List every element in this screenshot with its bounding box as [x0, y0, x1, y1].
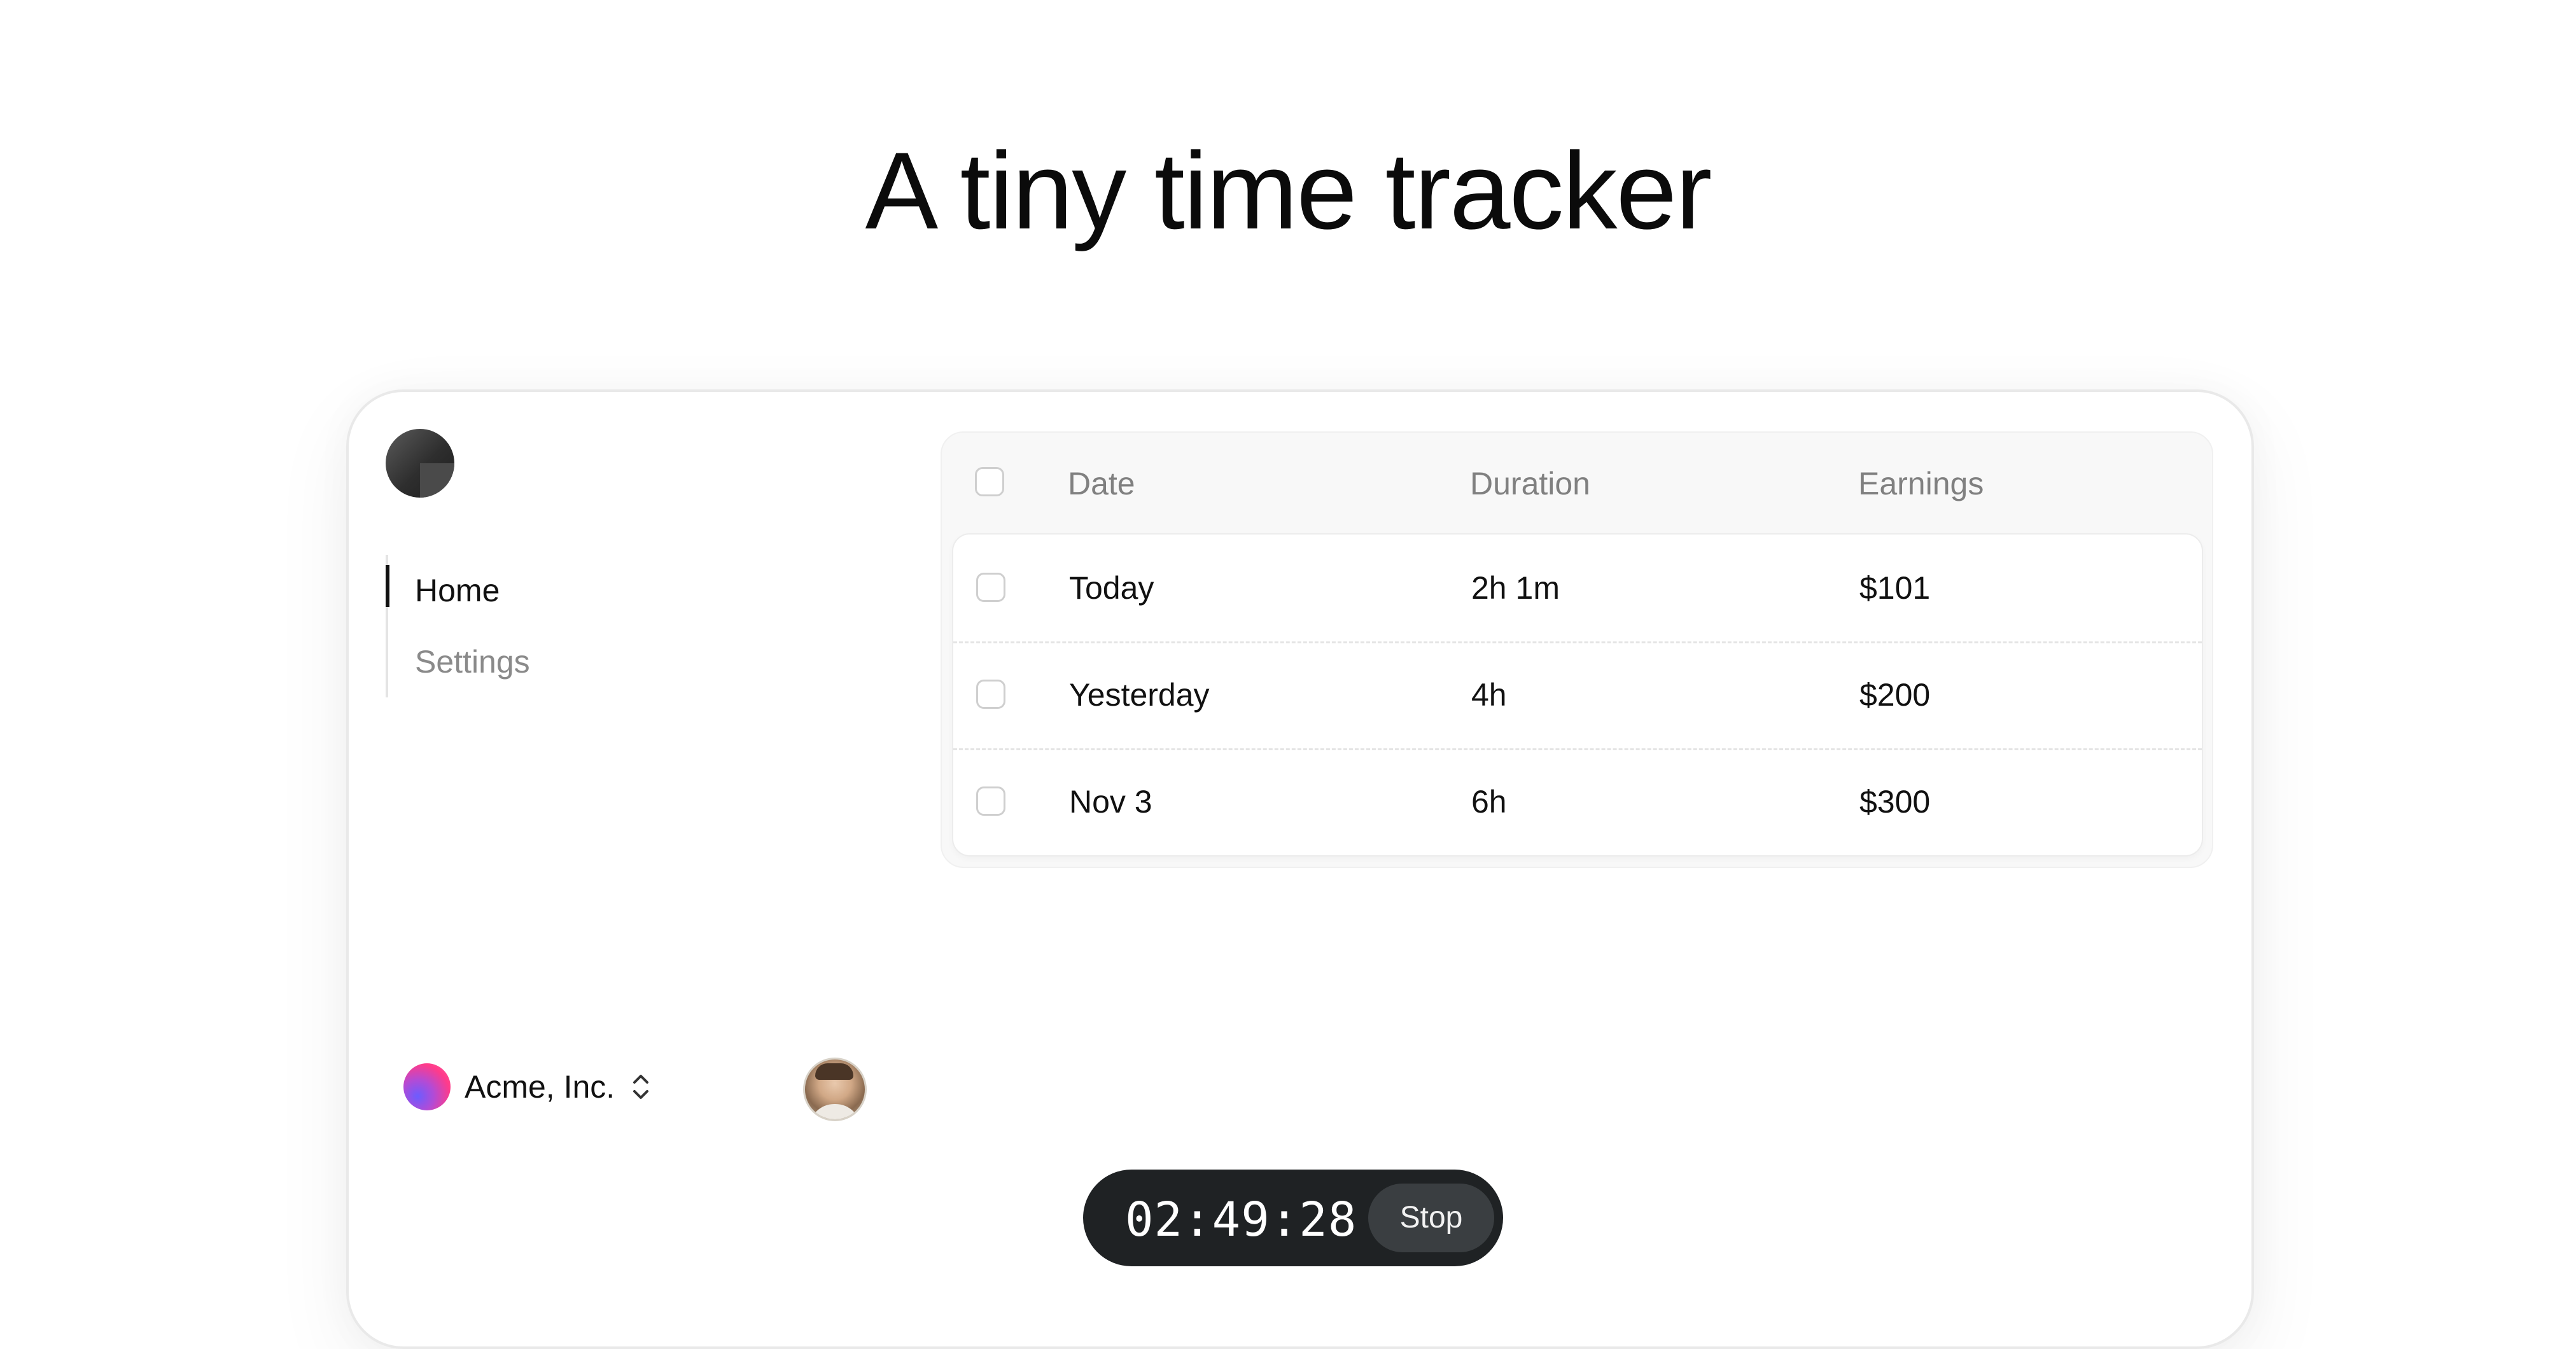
- row-checkbox[interactable]: [976, 573, 1005, 602]
- avatar-hair: [815, 1063, 853, 1080]
- row-earnings: $300: [1859, 784, 1931, 820]
- sidebar-nav: Home Settings: [386, 555, 530, 697]
- user-avatar[interactable]: [803, 1058, 867, 1121]
- stop-button[interactable]: Stop: [1368, 1184, 1494, 1252]
- avatar-shoulders: [809, 1104, 861, 1119]
- row-duration: 4h: [1471, 677, 1507, 713]
- timer-elapsed: 02:49:28: [1125, 1192, 1357, 1247]
- chevron-up-down-icon: [633, 1075, 649, 1099]
- running-timer: 02:49:28 Stop: [1083, 1170, 1503, 1266]
- select-all-checkbox[interactable]: [975, 467, 1004, 496]
- org-logo: [403, 1063, 451, 1110]
- org-name: Acme, Inc.: [465, 1069, 615, 1105]
- row-date: Today: [1069, 570, 1154, 606]
- page-headline: A tiny time tracker: [865, 130, 1712, 252]
- column-header-earnings[interactable]: Earnings: [1858, 465, 1984, 503]
- row-checkbox[interactable]: [976, 786, 1005, 816]
- table-row[interactable]: Today 2h 1m $101: [953, 535, 2202, 641]
- sidebar-item-settings[interactable]: Settings: [388, 626, 530, 697]
- table-row[interactable]: Yesterday 4h $200: [953, 641, 2202, 750]
- time-entries-table: Date Duration Earnings Today 2h 1m $101 …: [941, 431, 2213, 868]
- sidebar-item-home[interactable]: Home: [386, 555, 530, 626]
- table-row[interactable]: Nov 3 6h $300: [953, 748, 2202, 855]
- table-body: Today 2h 1m $101 Yesterday 4h $200 Nov 3…: [952, 533, 2203, 856]
- row-duration: 6h: [1471, 784, 1507, 820]
- app-window: Home Settings Acme, Inc. Date Duration E…: [346, 389, 2254, 1349]
- table-header: Date Duration Earnings: [942, 433, 2212, 535]
- row-date: Yesterday: [1069, 677, 1210, 713]
- org-switcher[interactable]: Acme, Inc.: [403, 1061, 650, 1112]
- app-logo[interactable]: [386, 429, 454, 498]
- row-duration: 2h 1m: [1471, 570, 1560, 606]
- column-header-duration[interactable]: Duration: [1470, 465, 1590, 503]
- row-date: Nov 3: [1069, 784, 1152, 820]
- row-earnings: $200: [1859, 677, 1931, 713]
- column-header-date[interactable]: Date: [1068, 465, 1135, 503]
- row-earnings: $101: [1859, 570, 1931, 606]
- row-checkbox[interactable]: [976, 680, 1005, 709]
